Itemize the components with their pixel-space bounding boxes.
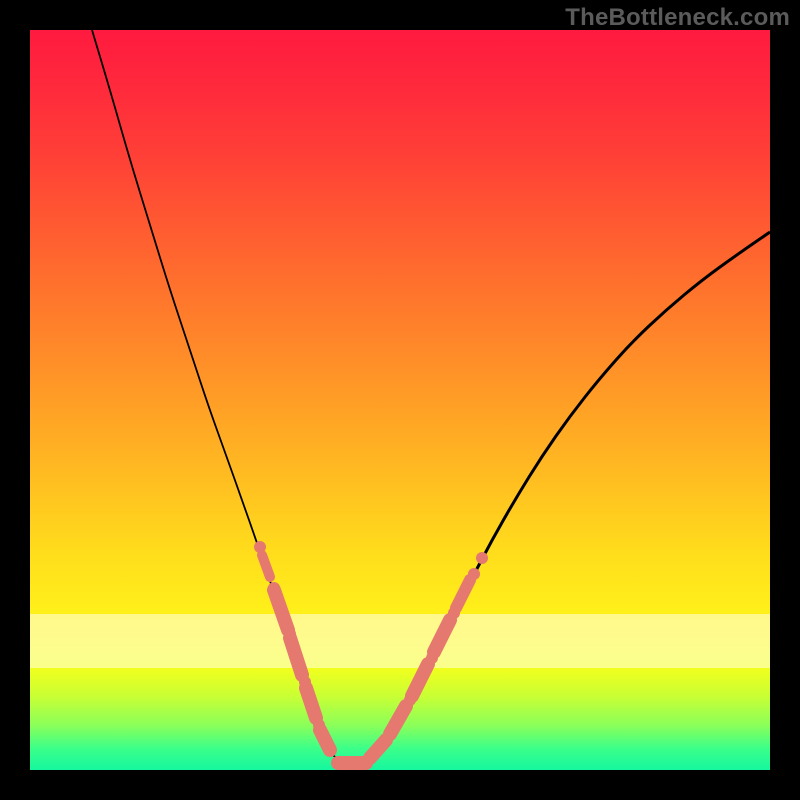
highlight-segment (456, 580, 470, 608)
highlight-segment (370, 740, 386, 758)
highlight-dot (254, 541, 266, 553)
highlight-segment (274, 590, 288, 630)
highlight-segment (412, 664, 428, 696)
highlight-dot (404, 694, 416, 706)
watermark-text: TheBottleneck.com (565, 4, 790, 32)
highlight-markers (254, 541, 488, 767)
highlight-dot (299, 676, 311, 688)
chart-frame: TheBottleneck.com (0, 0, 800, 800)
bottleneck-curve-left (92, 30, 348, 765)
highlight-dot (384, 729, 396, 741)
highlight-dot (468, 568, 480, 580)
highlight-dot (313, 719, 325, 731)
highlight-dot (426, 652, 438, 664)
highlight-segment (434, 620, 450, 652)
highlight-dot (268, 582, 280, 594)
highlight-segment (306, 688, 316, 718)
plot-area (30, 30, 770, 770)
highlight-segment (290, 638, 302, 675)
highlight-dot (361, 755, 373, 767)
highlight-dot (284, 628, 296, 640)
highlight-dot (476, 552, 488, 564)
highlight-segment (320, 730, 330, 750)
highlight-segment (262, 555, 270, 577)
curve-layer (30, 30, 770, 770)
highlight-dot (448, 607, 460, 619)
